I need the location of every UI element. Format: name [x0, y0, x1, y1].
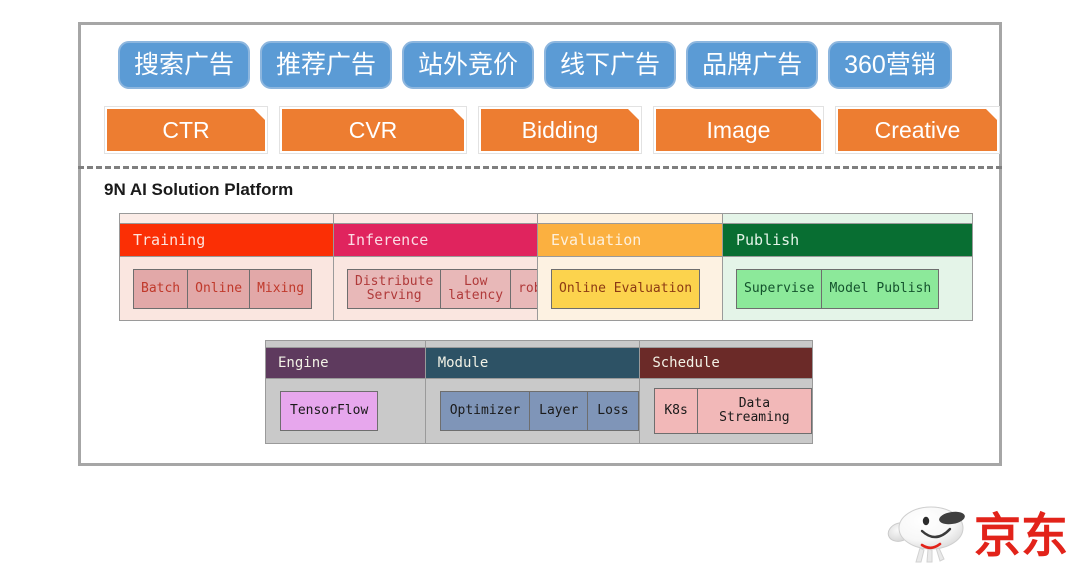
pipeline-chip-2-0[interactable]: Online Evaluation	[552, 269, 700, 308]
section-divider	[78, 166, 1002, 169]
pipeline-body-1: Distribute ServingLow latencyrobust	[334, 257, 537, 320]
stack-chip-group-0: TensorFlow	[280, 391, 379, 431]
page-title: 9N AI Solution Platform	[104, 180, 294, 199]
pipeline-body-0: Batch Online Mixing	[120, 257, 333, 320]
stack-column-module: Module Optimizer Layer Loss	[425, 341, 641, 443]
pipeline-header-evaluation: Evaluation	[538, 223, 722, 257]
capability-banner-label-2: Bidding	[481, 109, 639, 151]
infrastructure-stack-row: Engine TensorFlow Module Optimizer Layer Loss…	[265, 340, 813, 444]
pipeline-chip-0-0[interactable]: Batch	[134, 269, 189, 308]
pipeline-chip-group-2: Online Evaluation	[551, 268, 701, 309]
stack-chip-group-2: K8s Data Streaming	[654, 388, 812, 434]
stack-body-0: TensorFlow	[266, 379, 425, 443]
pipeline-cap-2	[538, 214, 722, 223]
stack-chip-1-1[interactable]: Layer	[530, 392, 589, 430]
ad-tab-1[interactable]: 推荐广告	[260, 41, 393, 89]
pipeline-cap-0	[120, 214, 333, 223]
pipeline-chip-group-0: Batch Online Mixing	[133, 268, 313, 309]
pipeline-row: Training Batch Online Mixing Inference Distri…	[119, 213, 973, 321]
stack-chip-2-1[interactable]: Data Streaming	[697, 389, 811, 433]
mascot-eye	[922, 516, 930, 526]
stack-chip-0-0[interactable]: TensorFlow	[281, 392, 378, 430]
pipeline-header-publish: Publish	[723, 223, 972, 257]
pipeline-body-3: Supervise Model Publish	[723, 257, 972, 320]
svg-text:京东: 京东	[974, 509, 1068, 564]
jd-logo-svg: 京东	[887, 506, 1068, 564]
pipeline-chip-group-3: Supervise Model Publish	[736, 268, 940, 309]
capability-banner-label-3: Image	[656, 109, 821, 151]
pipeline-column-evaluation: Evaluation Online Evaluation	[538, 214, 723, 320]
pipeline-column-inference: Inference Distribute Serving Low latency ro…	[334, 214, 538, 320]
jd-logo: 京东	[886, 504, 1072, 566]
brand-wordmark: 京东	[974, 509, 1068, 564]
capability-banner-label-1: CVR	[282, 109, 464, 151]
stack-header-schedule: Schedule	[640, 347, 812, 379]
pipeline-chip-3-1[interactable]: Model Publish	[822, 269, 939, 308]
pipeline-column-publish: Publish Supervise Model Publish	[723, 214, 972, 320]
stack-chip-1-0[interactable]: Optimizer	[440, 392, 531, 430]
capability-banner-2[interactable]: Bidding	[478, 106, 642, 154]
pipeline-chip-0-2[interactable]: Mixing	[250, 269, 312, 308]
stack-header-engine: Engine	[266, 347, 425, 379]
pipeline-chip-1-2[interactable]: robust	[511, 269, 537, 308]
pipeline-cap-1	[334, 214, 537, 223]
stack-header-module: Module	[425, 347, 640, 379]
pipeline-chip-1-0[interactable]: Distribute Serving	[348, 269, 442, 308]
ad-tab-3[interactable]: 线下广告	[544, 41, 677, 89]
pipeline-chip-group-1: Distribute ServingLow latencyrobust	[347, 268, 537, 309]
ad-tab-4[interactable]: 品牌广告	[686, 41, 819, 89]
pipeline-header-inference: Inference	[334, 223, 537, 257]
stack-chip-group-1: Optimizer Layer Loss	[439, 391, 639, 431]
pipeline-chip-0-1[interactable]: Online	[188, 269, 251, 308]
capability-banner-label-4: Creative	[838, 109, 997, 151]
stack-chip-2-0[interactable]: K8s	[655, 389, 698, 433]
pipeline-chip-1-1[interactable]: Low latency	[441, 269, 512, 308]
ad-tab-2[interactable]: 站外竞价	[402, 41, 535, 89]
pipeline-cap-3	[723, 214, 972, 223]
stack-body-1: Optimizer Layer Loss	[426, 379, 640, 443]
capability-banner-3[interactable]: Image	[653, 106, 824, 154]
capability-banner-label-0: CTR	[107, 109, 265, 151]
stack-body-2: K8s Data Streaming	[640, 379, 812, 443]
pipeline-header-training: Training	[120, 223, 333, 257]
ad-tab-0[interactable]: 搜索广告	[118, 41, 251, 89]
pipeline-column-training: Training Batch Online Mixing	[120, 214, 334, 320]
stack-chip-1-2[interactable]: Loss	[588, 392, 638, 430]
capability-banner-row: CTR CVR Bidding Image Creative	[104, 106, 1000, 154]
stack-column-engine: Engine TensorFlow	[266, 341, 426, 443]
capability-banner-4[interactable]: Creative	[835, 106, 1000, 154]
ad-product-tabs: 搜索广告 推荐广告 站外竞价 线下广告 品牌广告 360营销	[118, 41, 952, 89]
ad-tab-5[interactable]: 360营销	[828, 41, 952, 89]
capability-banner-1[interactable]: CVR	[279, 106, 467, 154]
stack-column-schedule: Schedule K8s Data Streaming	[640, 341, 812, 443]
pipeline-chip-3-0[interactable]: Supervise	[737, 269, 823, 308]
pipeline-body-2: Online Evaluation	[538, 257, 722, 320]
capability-banner-0[interactable]: CTR	[104, 106, 268, 154]
mascot-legs	[915, 547, 945, 563]
